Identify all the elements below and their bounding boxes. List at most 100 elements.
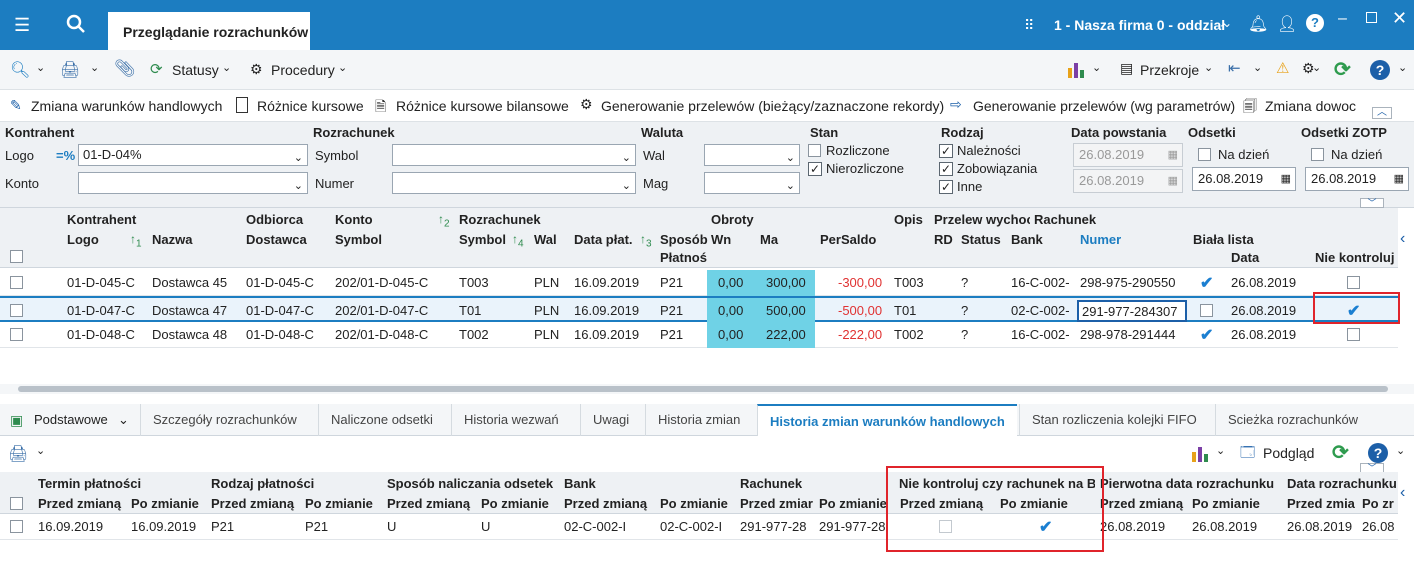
col-ma[interactable]: Ma [760,232,778,247]
calendar-icon[interactable]: ▦ [1394,168,1404,190]
roznice-kursowe-bilansowe-button[interactable]: Różnice kursowe bilansowe [396,98,569,114]
hist-col-przed_dr[interactable]: Przed zmia [1287,496,1357,511]
refresh-icon[interactable]: ⟳ [1334,57,1351,82]
tab-7[interactable]: Scieżka rozrachunków [1215,404,1370,436]
hist-col-po_dr[interactable]: Po zr [1362,496,1398,511]
grid-apps-icon[interactable]: ⠿ [1024,17,1034,34]
table-row[interactable]: 01-D-045-C Dostawca 45 01-D-045-C 202/01-D-… [0,270,1398,296]
zotp-date-input[interactable]: 26.08.2019 ▦ [1305,167,1409,191]
col-status[interactable]: Status [961,232,1001,247]
hist-col-po[interactable]: Po zmianie [481,496,549,511]
przekroje-button[interactable]: Przekroje [1140,62,1199,78]
printer-icon[interactable]: 🖨︎ [8,444,28,464]
row-checkbox[interactable] [10,276,23,289]
numer-select[interactable]: ⌄ [392,172,636,194]
paperclip-icon[interactable]: 📎︎ [114,59,136,79]
col-dostawca[interactable]: Dostawca [246,232,307,247]
hist-col-po[interactable]: Po zmianie [660,496,728,511]
chevron-down-icon[interactable]: ⌄ [1204,61,1213,74]
chevron-down-icon[interactable]: ⌄ [1398,61,1407,74]
printer-icon[interactable]: 🖨︎ [60,60,80,80]
generowanie-przelewow-parametry-button[interactable]: Generowanie przelewów (wg parametrów) [973,98,1235,114]
tab-przegladanie-rozrachunkow[interactable]: Przeglądanie rozrachunków [108,12,310,50]
scrollbar-thumb[interactable] [18,386,1388,392]
chevron-down-icon[interactable]: ⌄ [1222,16,1232,30]
podstawowe-dropdown[interactable]: Podstawowe [34,404,108,436]
tab-6[interactable]: Stan rozliczenia kolejki FIFO [1019,404,1209,436]
user-icon[interactable]: 👤︎ [1277,14,1297,34]
tab-0[interactable]: Szczegóły rozrachunków [140,404,309,436]
table-row[interactable]: 01-D-048-C Dostawca 48 01-D-048-C 202/01-D-… [0,322,1398,348]
col-data-plat[interactable]: Data płat. [574,232,633,247]
help-icon[interactable]: ? [1306,14,1324,32]
match-operator[interactable]: =% [56,148,75,163]
chevron-down-icon[interactable]: ⌄ [36,61,45,74]
nie-kontroluj-checkbox[interactable] [1347,328,1360,341]
col-sposob[interactable]: Sposób [660,232,708,247]
hamburger-menu-icon[interactable]: ☰ [14,0,30,50]
col-symbol[interactable]: Symbol [335,232,382,247]
calendar-icon[interactable]: ▦ [1281,168,1291,190]
chevron-left-icon[interactable]: ‹ [1400,230,1405,248]
col-data[interactable]: Data [1231,250,1259,265]
chevron-down-icon[interactable]: ⌄ [1312,61,1321,74]
chevron-down-icon[interactable]: ⌄ [90,61,99,74]
podglad-button[interactable]: Podgląd [1263,445,1314,461]
hist-col-przed[interactable]: Przed zmianą [211,496,294,511]
chart-icon[interactable] [1190,444,1210,464]
collapse-down-icon[interactable]: ﹀ [1360,198,1384,208]
row-checkbox[interactable] [10,520,23,533]
tab-4[interactable]: Historia zmian [645,404,752,436]
nierozliczone-checkbox[interactable]: ✓ [808,162,822,176]
inne-checkbox[interactable]: ✓ [939,180,953,194]
zotp-na-dzien-checkbox[interactable] [1311,148,1324,161]
zmiana-warunkow-button[interactable]: Zmiana warunków handlowych [31,98,222,114]
row-checkbox[interactable] [10,304,23,317]
help-icon[interactable]: ? [1368,443,1388,463]
odsetki-na-dzien-checkbox[interactable] [1198,148,1211,161]
chevron-left-icon[interactable]: ‹ [1400,484,1405,502]
biala-lista-checkbox[interactable]: ✔ [1200,273,1213,293]
col-opis[interactable]: Opis [894,212,923,227]
konto-select[interactable]: ⌄ [78,172,308,194]
biala-lista-checkbox[interactable] [1200,304,1213,317]
hist-col-po_short[interactable]: Po zmianie [819,496,887,511]
logo-select[interactable]: 01-D-04% ⌄ [78,144,308,166]
select-all-checkbox[interactable] [10,250,23,263]
cell-numer[interactable]: 291-977-284307 [1077,300,1187,322]
tab-3[interactable]: Uwagi [580,404,641,436]
help-icon[interactable]: ? [1370,60,1390,80]
tab-2[interactable]: Historia wezwań [451,404,571,436]
col-wal[interactable]: Wal [534,232,557,247]
search-icon[interactable] [66,0,86,53]
col-rd[interactable]: RD [934,232,953,247]
chart-icon[interactable] [1066,60,1086,80]
chevron-down-icon[interactable]: ⌄ [1216,444,1225,457]
collapse-up-icon[interactable]: ︿ [1372,107,1392,119]
col-numer[interactable]: Numer [1080,232,1121,247]
chevron-down-icon[interactable]: ⌄ [222,61,231,74]
zobowiazania-checkbox[interactable]: ✓ [939,162,953,176]
hist-col-po[interactable]: Po zmianie [305,496,373,511]
naleznosci-checkbox[interactable]: ✓ [939,144,953,158]
warning-icon[interactable]: ⚠ [1276,59,1289,77]
close-icon[interactable]: ✕ [1392,8,1407,29]
roznice-kursowe-button[interactable]: Różnice kursowe [257,98,364,114]
company-selector[interactable]: 1 - Nasza firma 0 - oddział [1054,17,1225,33]
table-row[interactable]: 01-D-047-C Dostawca 47 01-D-047-C 202/01-D-… [0,296,1398,324]
zmiana-dowodu-button[interactable]: Zmiana dowoc [1265,98,1363,114]
nie-kontroluj-checkbox[interactable] [1347,276,1360,289]
chevron-down-icon[interactable]: ⌄ [1092,61,1101,74]
hist-col-przed[interactable]: Przed zmianą [564,496,647,511]
minimize-icon[interactable]: – [1338,10,1347,28]
tab-1[interactable]: Naliczone odsetki [318,404,445,436]
hist-col-po[interactable]: Po zmianie [131,496,199,511]
rozliczone-checkbox[interactable] [808,144,821,157]
hist-col-przed[interactable]: Przed zmianą [38,496,121,511]
history-row[interactable]: 16.09.2019 16.09.2019 P21 P21 U U 02-C-0… [0,514,1398,540]
hist-col-po[interactable]: Po zmianie [1192,496,1260,511]
hist-col-przed[interactable]: Przed zmianą [1100,496,1183,511]
col-persaldo[interactable]: PerSaldo [820,232,876,247]
hist-col-przed[interactable]: Przed zmianą [387,496,470,511]
chevron-down-icon[interactable]: ⌄ [1253,61,1262,74]
